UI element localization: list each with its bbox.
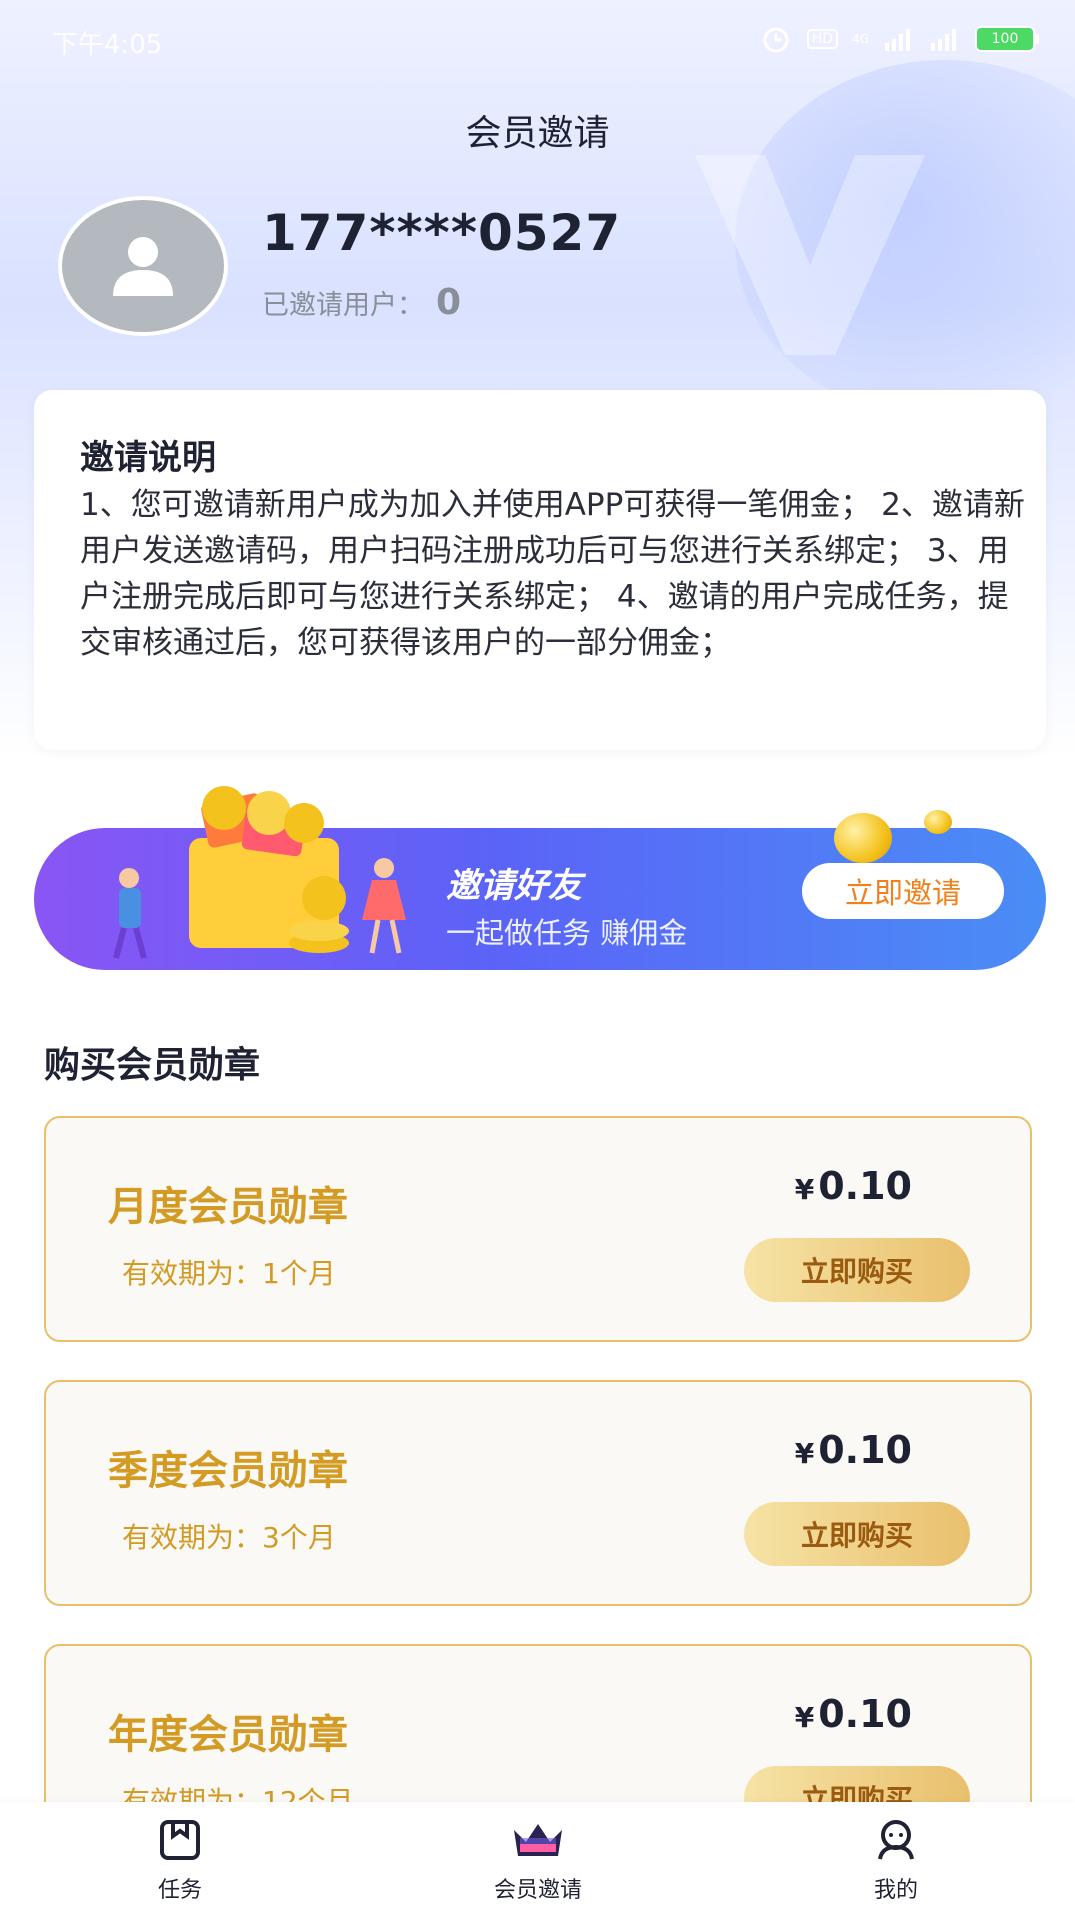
price-value: 0.10 bbox=[818, 1428, 912, 1472]
battery-icon: 100 bbox=[975, 26, 1039, 52]
buy-now-button[interactable]: 立即购买 bbox=[744, 1502, 970, 1566]
price-value: 0.10 bbox=[818, 1692, 912, 1736]
invited-users-count: 0 bbox=[436, 282, 462, 323]
tab-member-invite[interactable]: 会员邀请 bbox=[438, 1818, 638, 1904]
invited-users-row: 已邀请用户： 0 bbox=[262, 282, 461, 323]
currency-symbol: ¥ bbox=[794, 1437, 815, 1470]
badge-card-monthly: 月度会员勋章 有效期为：1个月 ¥0.10 立即购买 bbox=[44, 1116, 1032, 1342]
page-title: 会员邀请 bbox=[465, 113, 610, 154]
signal-icon-2 bbox=[931, 29, 956, 51]
buy-now-button[interactable]: 立即购买 bbox=[744, 1238, 970, 1302]
invite-info-body: 1、您可邀请新用户成为加入并使用APP可获得一笔佣金； 2、邀请新用户发送邀请码… bbox=[80, 487, 1025, 661]
banner-title: 邀请好友 bbox=[446, 866, 582, 906]
avatar[interactable] bbox=[58, 196, 228, 336]
v-logo-watermark bbox=[695, 155, 925, 355]
badge-validity: 有效期为：3个月 bbox=[122, 1521, 336, 1554]
user-phone: 177****0527 bbox=[262, 204, 622, 262]
hd-icon: HD bbox=[806, 29, 839, 49]
badge-card-quarterly: 季度会员勋章 有效期为：3个月 ¥0.10 立即购买 bbox=[44, 1380, 1032, 1606]
status-bar: 下午4:05 HD 4G 100 bbox=[0, 0, 1075, 78]
wallet-coins-illustration bbox=[113, 786, 406, 959]
tab-task[interactable]: 任务 bbox=[80, 1818, 280, 1904]
coin-decoration-small bbox=[924, 810, 952, 834]
network-type: 4G bbox=[852, 32, 869, 46]
price-value: 0.10 bbox=[818, 1164, 912, 1208]
tab-label: 任务 bbox=[157, 1878, 202, 1903]
user-icon bbox=[113, 237, 173, 296]
invite-friends-banner[interactable]: 邀请好友 一起做任务 赚佣金 立即邀请 bbox=[34, 786, 1046, 970]
currency-symbol: ¥ bbox=[794, 1173, 815, 1206]
battery-level: 100 bbox=[991, 31, 1019, 47]
bottom-tab-bar: 任务 会员邀请 我的 bbox=[0, 1802, 1075, 1915]
badge-price: ¥0.10 bbox=[795, 1164, 912, 1208]
invite-info-card: 邀请说明 1、您可邀请新用户成为加入并使用APP可获得一笔佣金； 2、邀请新用户… bbox=[34, 390, 1046, 750]
tab-profile[interactable]: 我的 bbox=[796, 1818, 996, 1904]
invited-users-label: 已邀请用户： bbox=[262, 290, 424, 321]
badge-name: 季度会员勋章 bbox=[108, 1448, 348, 1494]
banner-subtitle: 一起做任务 赚佣金 bbox=[446, 916, 688, 950]
invite-now-button[interactable]: 立即邀请 bbox=[802, 863, 1004, 919]
profile-icon bbox=[878, 1820, 914, 1860]
badge-validity: 有效期为：1个月 bbox=[122, 1257, 336, 1290]
badge-price: ¥0.10 bbox=[795, 1692, 912, 1736]
badge-price: ¥0.10 bbox=[795, 1428, 912, 1472]
task-icon bbox=[160, 1820, 200, 1860]
status-icons: HD 4G 100 bbox=[759, 24, 1039, 54]
badge-name: 月度会员勋章 bbox=[108, 1184, 348, 1230]
status-time: 下午4:05 bbox=[52, 30, 163, 60]
crown-icon bbox=[514, 1824, 562, 1856]
section-title-badges: 购买会员勋章 bbox=[44, 1045, 261, 1086]
currency-symbol: ¥ bbox=[794, 1701, 815, 1734]
badge-name: 年度会员勋章 bbox=[108, 1712, 348, 1758]
coin-decoration bbox=[834, 813, 892, 863]
alarm-icon bbox=[763, 27, 789, 53]
tab-label: 我的 bbox=[873, 1878, 918, 1903]
signal-icon bbox=[885, 29, 910, 51]
tab-label: 会员邀请 bbox=[493, 1878, 582, 1903]
invite-info-title: 邀请说明 bbox=[80, 438, 216, 478]
